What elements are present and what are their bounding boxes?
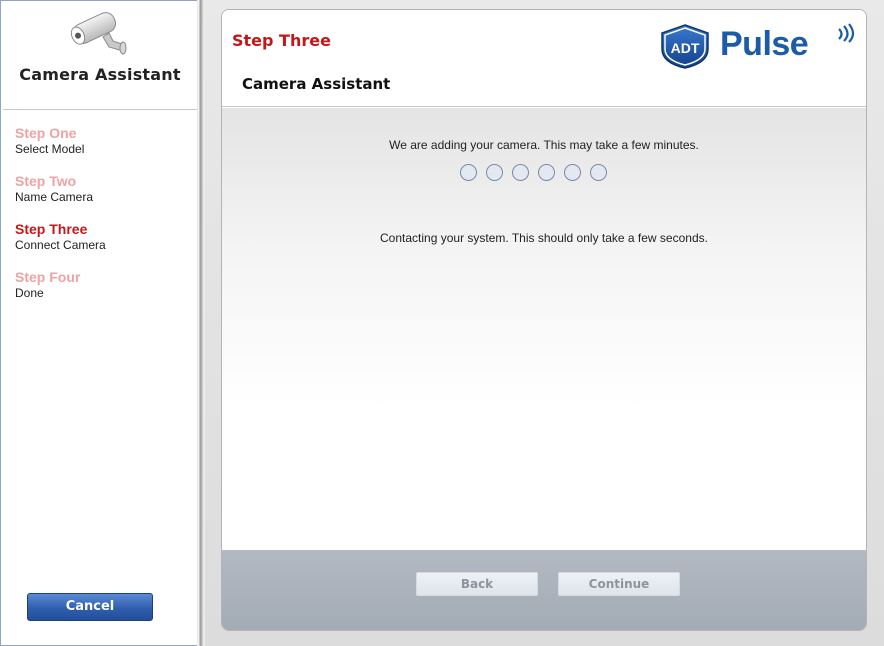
current-step-label: Step Three [232,31,331,50]
step-one-subtitle: Select Model [15,142,85,156]
adt-badge-icon: ADT [661,24,709,69]
back-button[interactable]: Back [416,572,538,596]
page-title: Camera Assistant [242,75,391,93]
sidebar-divider [3,109,197,110]
security-camera-icon [70,12,127,55]
panel-body: We are adding your camera. This may take… [222,108,866,550]
step-four: Step Four Done [15,269,195,301]
step-one-title: Step One [15,125,77,141]
progress-dot [590,164,607,181]
step-two: Step Two Name Camera [15,173,195,205]
sidebar: Camera Assistant Step One Select Model S… [3,3,197,643]
panel-footer: Back Continue [222,550,866,630]
step-three: Step Three Connect Camera [15,221,195,253]
progress-dot [538,164,555,181]
continue-button[interactable]: Continue [558,572,680,596]
step-two-subtitle: Name Camera [15,190,94,204]
step-three-subtitle: Connect Camera [15,238,106,252]
step-four-title: Step Four [15,269,81,285]
brand-name: Pulse [720,25,809,63]
step-one: Step One Select Model [15,125,195,157]
progress-dot [486,164,503,181]
cancel-button[interactable]: Cancel [27,593,153,621]
wizard-panel: Step Three Camera Assistant ADT Pulse We… [221,9,867,631]
adt-badge-text: ADT [671,40,700,56]
progress-indicator [460,164,620,184]
progress-dot [512,164,529,181]
adding-camera-message: We are adding your camera. This may take… [389,138,699,152]
step-four-subtitle: Done [15,286,44,300]
step-two-title: Step Two [15,173,77,189]
status-message: Contacting your system. This should only… [380,231,708,245]
adt-pulse-logo: ADT Pulse [656,21,860,73]
progress-dot [460,164,477,181]
panel-header: Step Three Camera Assistant ADT Pulse [222,10,866,107]
sidebar-title: Camera Assistant [19,65,181,84]
sidebar-splitter [197,0,205,646]
step-three-title: Step Three [15,221,88,237]
wireless-signal-icon [838,23,855,43]
progress-dot [564,164,581,181]
